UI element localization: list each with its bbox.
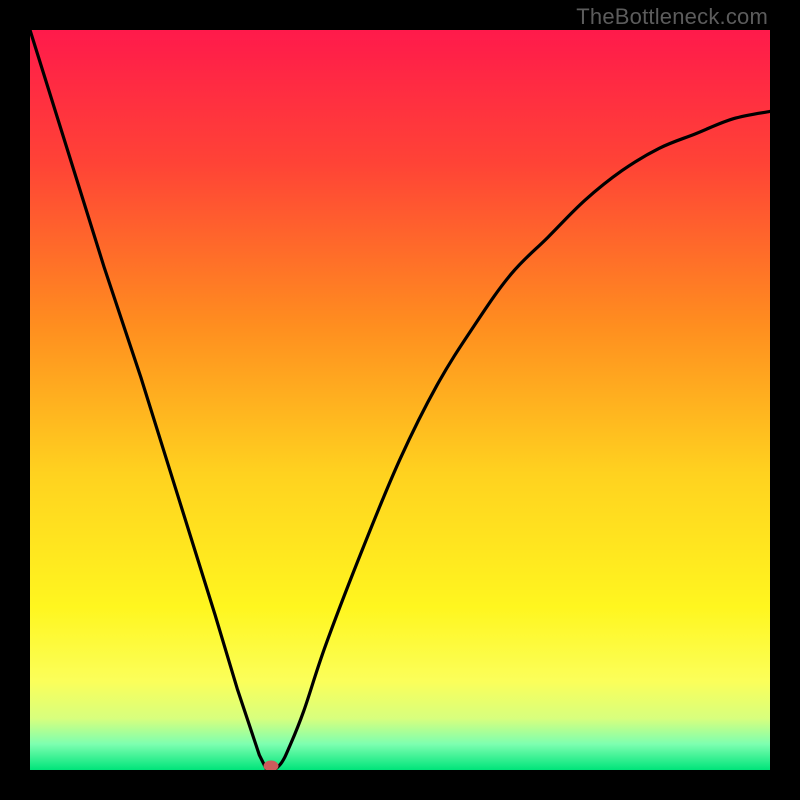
plot-area bbox=[30, 30, 770, 770]
chart-frame: TheBottleneck.com bbox=[0, 0, 800, 800]
bottleneck-curve bbox=[30, 30, 770, 770]
optimum-marker bbox=[263, 761, 278, 770]
watermark-text: TheBottleneck.com bbox=[576, 4, 768, 30]
